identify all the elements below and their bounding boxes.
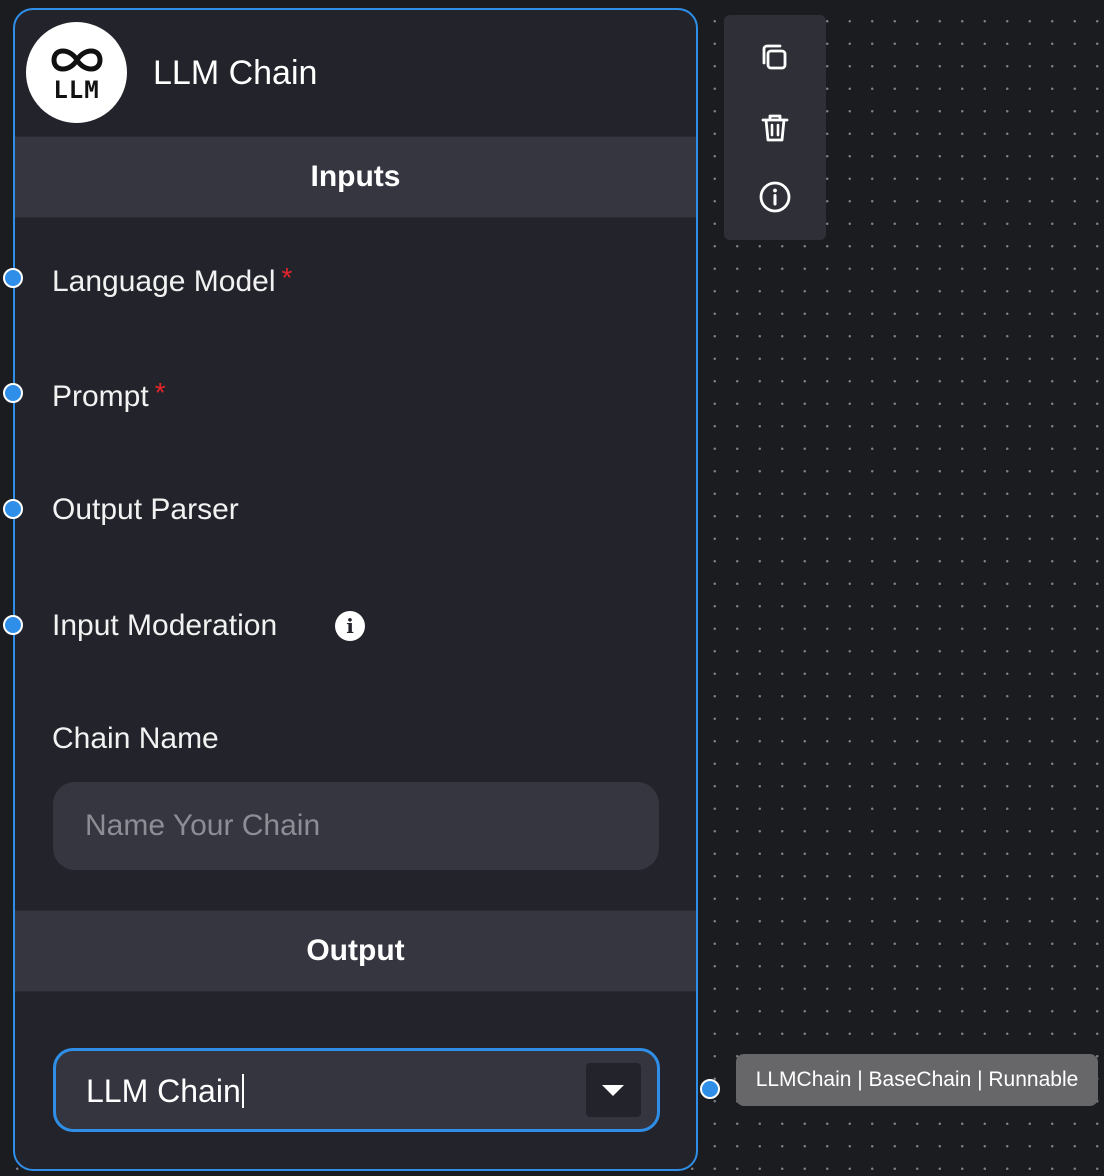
chevron-down-icon[interactable]: [586, 1063, 641, 1117]
text-caret: [241, 1074, 244, 1108]
input-label-wrap: Language Model *: [52, 262, 292, 299]
output-type-badge: LLMChain | BaseChain | Runnable: [736, 1054, 1098, 1106]
input-input-moderation: Input Moderation i: [3, 595, 696, 655]
input-output-parser: Output Parser: [3, 479, 696, 539]
output-parser-handle[interactable]: [3, 499, 23, 519]
info-icon[interactable]: i: [335, 611, 365, 641]
prompt-handle[interactable]: [3, 383, 23, 403]
input-moderation-handle[interactable]: [3, 615, 23, 635]
required-marker: *: [281, 262, 293, 293]
output-select-text: LLM Chain: [86, 1073, 241, 1109]
input-label-wrap: Prompt *: [52, 377, 166, 414]
input-moderation-label: Input Moderation: [52, 609, 278, 642]
llm-chain-node[interactable]: LLM LLM Chain Inputs Language Model * Pro…: [3, 8, 720, 1171]
prompt-label: Prompt: [52, 380, 149, 413]
language-model-label: Language Model: [52, 265, 276, 298]
input-language-model: Language Model *: [3, 248, 696, 308]
output-parser-label: Output Parser: [52, 493, 239, 526]
chain-name-label: Chain Name: [52, 722, 219, 755]
node-toolbar: [724, 15, 826, 240]
output-select[interactable]: LLM Chain: [53, 1048, 660, 1132]
output-handle[interactable]: [700, 1079, 720, 1099]
logo-text: LLM: [53, 76, 100, 104]
node-header: LLM LLM Chain: [15, 10, 696, 138]
llm-logo: LLM: [26, 22, 127, 123]
info-icon[interactable]: [756, 178, 794, 216]
input-prompt: Prompt *: [3, 363, 696, 423]
output-select-value: LLM Chain: [86, 1073, 244, 1110]
language-model-handle[interactable]: [3, 268, 23, 288]
chain-name-input[interactable]: [53, 782, 659, 870]
output-section-header: Output: [15, 910, 696, 992]
infinity-loop-icon: [51, 48, 103, 72]
trash-icon[interactable]: [756, 109, 794, 147]
node-title: LLM Chain: [153, 54, 318, 92]
required-marker: *: [154, 377, 166, 408]
inputs-section-header: Inputs: [15, 136, 696, 218]
duplicate-icon[interactable]: [756, 39, 794, 77]
